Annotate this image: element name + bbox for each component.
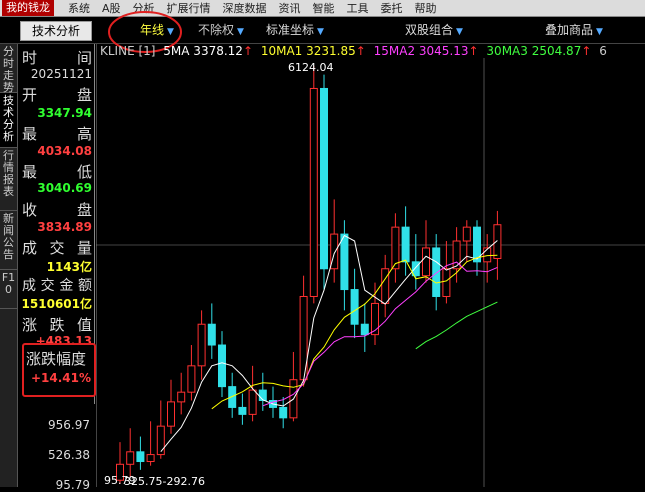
side-tab-f10[interactable]: F10 (0, 270, 17, 309)
legend-prefix: KLINE [1] (100, 44, 156, 58)
ma30-line (415, 301, 498, 350)
legend-ma10: 10MA1 3231.85 (260, 44, 356, 58)
side-tab-intraday[interactable]: 分时走势 (0, 44, 17, 94)
peak-annotation: 6124.04 (288, 61, 334, 74)
high-label: 最高 (22, 125, 92, 143)
volume-value: 1143亿 (46, 260, 92, 274)
candle-body (197, 323, 206, 367)
change-label: 涨跌值 (22, 316, 92, 334)
side-tab-technical[interactable]: 技术分析 (0, 93, 17, 148)
kline-chart[interactable]: 6124.0495.79325.75-292.76 (96, 44, 645, 487)
legend-ma15: 15MA2 3045.13 (373, 44, 469, 58)
close-label: 收盘 (22, 201, 92, 219)
legend-tail: 6 (599, 44, 607, 58)
side-tabs: 分时走势 技术分析 行情报表 新闻公告 F10 (0, 44, 18, 487)
candle-body (360, 323, 369, 336)
candle-body (126, 451, 135, 465)
candle-body (462, 226, 471, 242)
ma15-line (262, 261, 498, 407)
pct-label: 涨跌幅度 (26, 350, 87, 368)
candle-body (136, 451, 145, 463)
candle-body (483, 247, 492, 263)
low-value: 3040.69 (37, 181, 92, 195)
y-tick-label: 526.38 (48, 448, 90, 462)
close-value: 3834.89 (37, 220, 92, 234)
range-annotation: 325.75-292.76 (124, 475, 205, 487)
candle-body (422, 247, 430, 277)
side-tab-quotes[interactable]: 行情报表 (0, 148, 17, 211)
candle-body (432, 247, 441, 297)
candle-body (177, 391, 186, 403)
pct-value: +14.41% (30, 371, 91, 385)
candle-body (207, 323, 216, 346)
pct-highlight-box: 涨跌幅度 +14.41% (22, 343, 96, 397)
volume-label: 成交量 (22, 239, 92, 257)
side-tab-news[interactable]: 新闻公告 (0, 211, 17, 270)
candle-body (167, 401, 175, 427)
candle-body (258, 389, 267, 401)
candle-body (248, 389, 257, 415)
ma-legend: KLINE [1] 5MA 3378.12↑ 10MA1 3231.85↑ 15… (100, 44, 607, 58)
candle-body (309, 87, 318, 297)
y-axis: 956.97 526.38 95.79 (18, 404, 94, 492)
low-label: 最低 (22, 163, 92, 181)
time-label: 时间 (22, 49, 92, 67)
y-tick-label: 956.97 (48, 418, 90, 432)
candle-body (238, 406, 247, 415)
open-value: 3347.94 (37, 106, 92, 120)
candle-body (146, 454, 155, 463)
time-value: 20251121 (30, 67, 92, 81)
candle-body (156, 425, 165, 456)
candle-body (218, 344, 226, 388)
candle-body (187, 365, 196, 393)
candle-body (350, 289, 359, 325)
amount-value: 1510601亿 (21, 297, 92, 311)
legend-ma30: 30MA3 2504.87 (486, 44, 582, 58)
candle-body (320, 87, 328, 270)
candle-body (381, 268, 390, 304)
candle-body (401, 226, 410, 263)
candle-body (442, 268, 451, 297)
chart-toolbar: 技术分析 年线 ▼ 不除权 ▼ 标准坐标 ▼ 双股组合 ▼ 叠加商品 ▼ (0, 11, 645, 53)
candle-body (340, 233, 349, 291)
candle-body (493, 224, 502, 259)
y-tick-label: 95.79 (55, 478, 90, 492)
amount-label: 成交金额 (22, 278, 92, 294)
high-value: 4034.08 (37, 144, 92, 158)
legend-ma5: 5MA 3378.12 (163, 44, 243, 58)
open-label: 开盘 (22, 86, 92, 104)
candle-body (279, 406, 288, 419)
